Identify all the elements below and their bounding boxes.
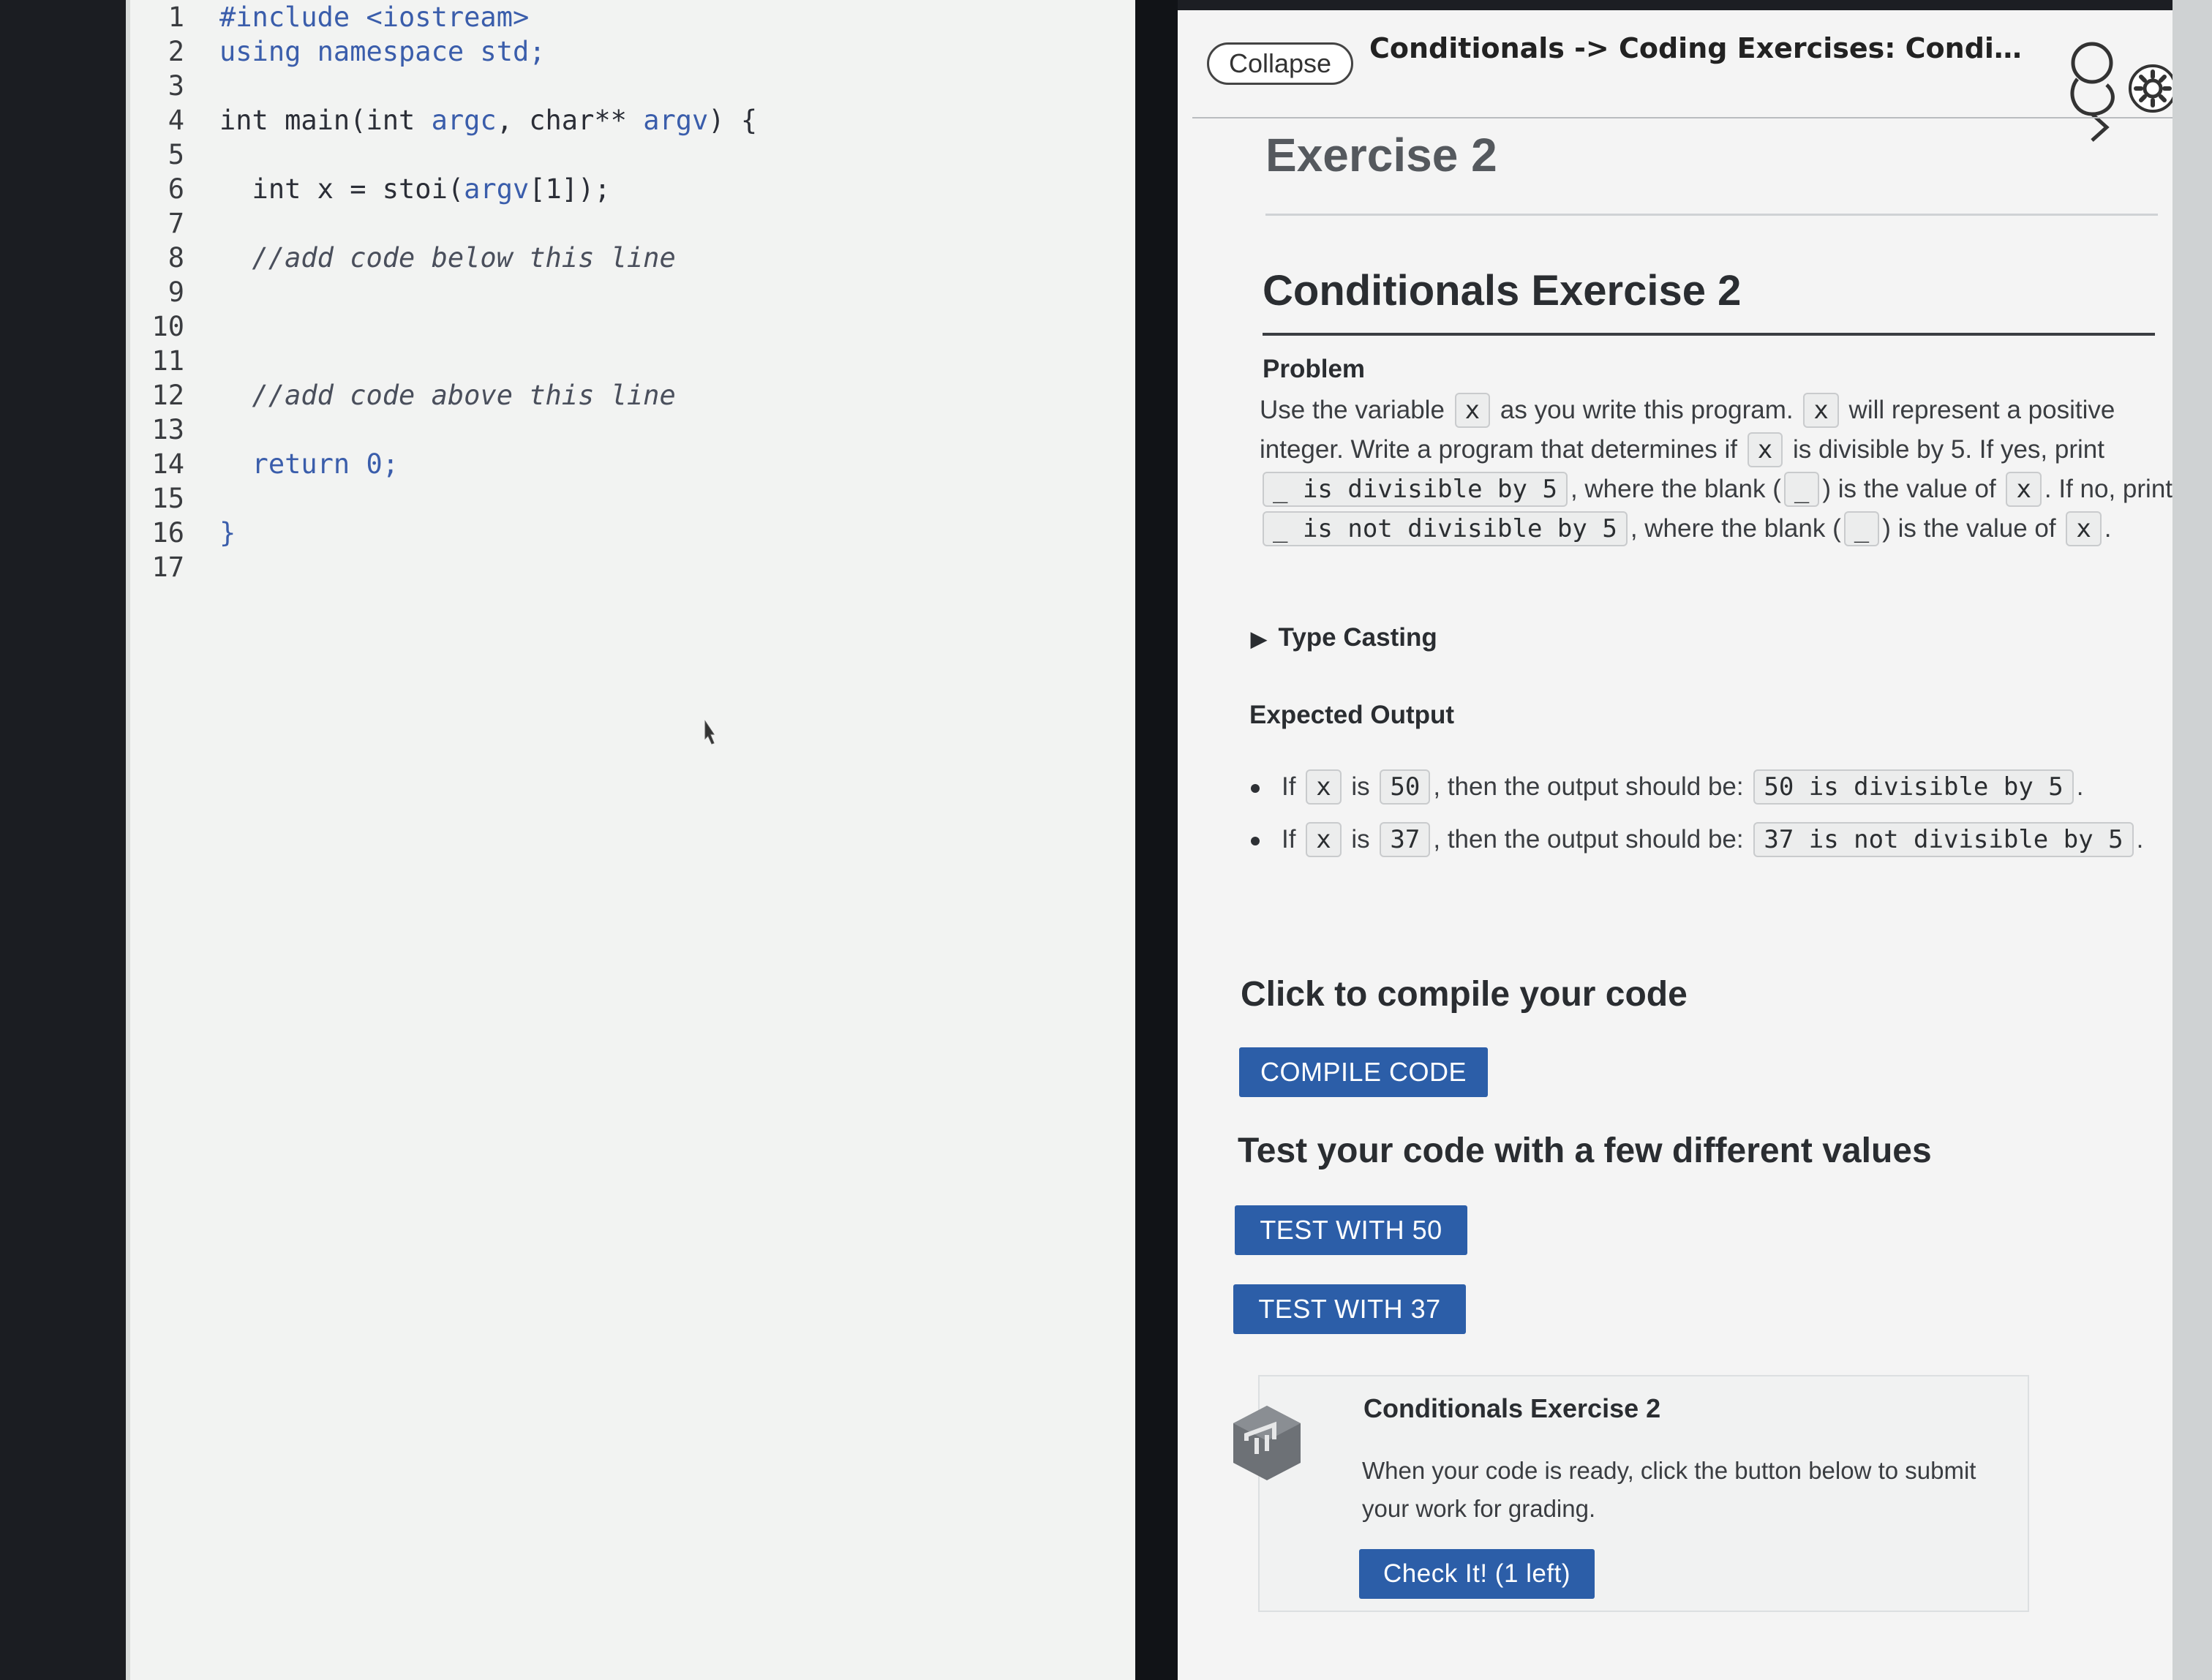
gear-icon[interactable] xyxy=(2127,63,2178,114)
inline-code: 50 xyxy=(1380,769,1431,805)
list-item: If x is 37, then the output should be: 3… xyxy=(1244,819,2187,860)
inline-code: 37 is not divisible by 5 xyxy=(1753,822,2134,857)
inline-code: x xyxy=(1747,432,1783,467)
inline-code: 50 is divisible by 5 xyxy=(1753,769,2074,805)
guide-icon[interactable] xyxy=(2063,41,2129,143)
assessment-icon xyxy=(1233,1406,1301,1480)
compile-heading: Click to compile your code xyxy=(1241,975,1688,1014)
inline-code: x xyxy=(2006,472,2042,507)
heading-rule xyxy=(1265,214,2158,216)
check-it-button[interactable]: Check It! (1 left) xyxy=(1359,1549,1595,1599)
inline-code: x xyxy=(1454,393,1491,428)
section-heading: Conditionals Exercise 2 xyxy=(1263,267,1742,314)
inline-code: x xyxy=(2066,511,2102,546)
inline-code: _ is not divisible by 5 xyxy=(1263,511,1628,546)
page-title: Conditionals -> Coding Exercises: Condi… xyxy=(1369,32,2022,64)
header-divider xyxy=(1192,117,2172,118)
test-with-37-button[interactable]: TEST WITH 37 xyxy=(1233,1284,1466,1334)
bullet-dot xyxy=(1251,784,1260,793)
header-strip xyxy=(1178,0,2212,10)
triangle-right-icon: ▶ xyxy=(1251,628,1267,650)
test-heading: Test your code with a few different valu… xyxy=(1238,1131,1932,1170)
inline-code: x xyxy=(1306,822,1342,857)
inline-code: x xyxy=(1803,393,1839,428)
card-text: When your code is ready, click the butto… xyxy=(1362,1457,1976,1522)
expected-output-heading: Expected Output xyxy=(1249,701,1455,729)
inline-code: _ is divisible by 5 xyxy=(1263,472,1568,507)
inline-code: 37 xyxy=(1380,822,1431,857)
expected-output-list: If x is 50, then the output should be: 5… xyxy=(1244,766,2187,872)
card-title: Conditionals Exercise 2 xyxy=(1363,1393,1661,1423)
collapse-button[interactable]: Collapse xyxy=(1207,42,1353,85)
guide-panel: Collapse Conditionals -> Coding Exercise… xyxy=(1178,0,2212,1680)
inline-code: _ xyxy=(1843,511,1880,546)
inline-code: _ xyxy=(1783,472,1820,507)
bullet-dot xyxy=(1251,837,1260,845)
test-with-50-button[interactable]: TEST WITH 50 xyxy=(1235,1205,1467,1255)
list-item: If x is 50, then the output should be: 5… xyxy=(1244,766,2187,807)
code-editor[interactable]: 1 #include <iostream> 2 using namespace std… xyxy=(126,0,1135,1680)
exercise-heading: Exercise 2 xyxy=(1265,129,1497,181)
section-rule xyxy=(1263,333,2155,336)
inline-code: x xyxy=(1306,769,1342,805)
code-line[interactable]: 17 xyxy=(126,534,1121,601)
compile-code-button[interactable]: COMPILE CODE xyxy=(1239,1047,1488,1097)
line-number: 17 xyxy=(151,551,184,583)
pane-divider[interactable] xyxy=(1135,0,1178,1680)
mouse-cursor-icon xyxy=(704,720,715,745)
panel-scroll-edge[interactable] xyxy=(2172,0,2212,1680)
problem-heading: Problem xyxy=(1263,355,1366,383)
problem-text: Use the variable x as you write this pro… xyxy=(1260,391,2174,549)
type-casting-toggle[interactable]: ▶ Type Casting xyxy=(1251,623,1437,652)
